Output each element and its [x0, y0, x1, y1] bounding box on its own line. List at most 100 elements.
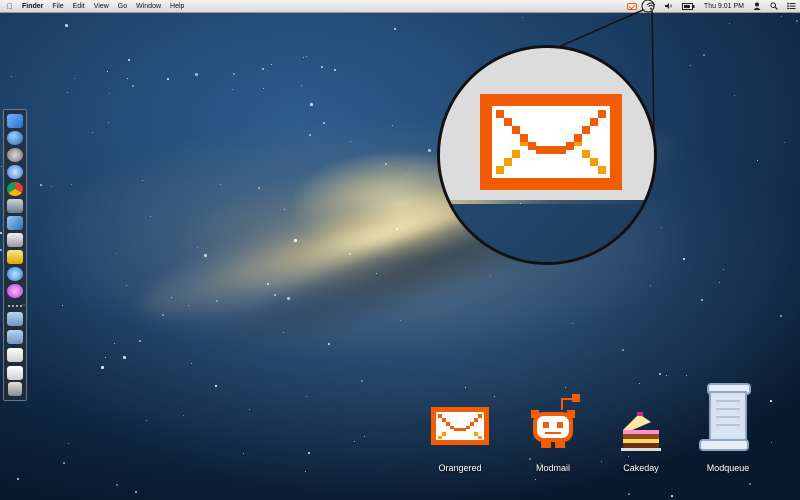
- folder-icon[interactable]: [7, 330, 23, 344]
- star: [400, 320, 401, 321]
- star: [40, 184, 42, 186]
- star: [780, 315, 782, 317]
- star: [0, 232, 2, 234]
- menu-help[interactable]: Help: [170, 3, 184, 10]
- star: [719, 282, 720, 283]
- star: [703, 54, 705, 56]
- star: [323, 122, 325, 124]
- star: [385, 163, 387, 165]
- desktop-icon-orangered[interactable]: Orangered: [420, 402, 500, 477]
- star: [204, 254, 207, 257]
- safari-icon[interactable]: [7, 267, 23, 281]
- star: [729, 23, 730, 24]
- star: [63, 462, 65, 464]
- star: [191, 363, 192, 364]
- star: [659, 373, 661, 375]
- chrome-icon[interactable]: [7, 182, 23, 196]
- star: [490, 275, 491, 276]
- star: [690, 65, 691, 66]
- star: [142, 180, 143, 181]
- flower-icon[interactable]: [7, 284, 23, 298]
- star: [126, 285, 127, 286]
- star: [392, 125, 393, 126]
- star: [262, 68, 264, 70]
- star: [232, 89, 233, 90]
- apple-icon[interactable]: : [4, 2, 16, 11]
- star: [309, 134, 311, 136]
- document-icon[interactable]: [7, 366, 23, 380]
- volume-icon[interactable]: [664, 2, 673, 10]
- star: [310, 103, 313, 106]
- stickies-icon[interactable]: [7, 250, 23, 264]
- trash-icon[interactable]: [8, 382, 22, 396]
- desktop-icon-cakeday[interactable]: Cakeday: [601, 402, 681, 477]
- battery-icon[interactable]: [681, 2, 695, 10]
- star: [216, 300, 218, 302]
- star: [105, 357, 106, 358]
- envelope-icon: [480, 94, 622, 190]
- star: [796, 20, 798, 22]
- star: [572, 323, 573, 324]
- search-icon[interactable]: [770, 2, 778, 10]
- desktop-icon-modmail[interactable]: Modmail: [513, 392, 593, 477]
- star: [303, 57, 304, 58]
- star: [535, 479, 536, 480]
- star: [233, 73, 235, 75]
- menu-edit[interactable]: Edit: [73, 3, 85, 10]
- finder-icon[interactable]: [7, 114, 23, 128]
- star: [116, 484, 118, 486]
- cakeday-label: Cakeday: [623, 463, 659, 473]
- star: [71, 184, 72, 185]
- star: [350, 141, 351, 142]
- star: [128, 59, 130, 61]
- star: [328, 343, 330, 345]
- star: [68, 443, 69, 444]
- star: [306, 396, 307, 397]
- star: [757, 160, 758, 161]
- menu-bar:  Finder File Edit View Go Window Help T…: [0, 0, 800, 13]
- orangered-icon: [431, 407, 489, 445]
- folder-icon[interactable]: [7, 312, 23, 326]
- star: [267, 283, 269, 285]
- wifi-icon[interactable]: [646, 2, 656, 10]
- star: [146, 420, 147, 421]
- app-store-icon[interactable]: [7, 216, 23, 230]
- star: [306, 56, 307, 57]
- menu-view[interactable]: View: [94, 3, 109, 10]
- star: [114, 343, 115, 344]
- star: [284, 209, 285, 210]
- star: [650, 285, 651, 286]
- user-icon[interactable]: [753, 2, 761, 10]
- clock[interactable]: Thu 9:01 PM: [704, 3, 744, 10]
- list-icon[interactable]: [787, 2, 796, 10]
- menu-go[interactable]: Go: [118, 3, 127, 10]
- itunes-icon[interactable]: [7, 165, 23, 179]
- desktop-icon-modqueue[interactable]: Modqueue: [688, 382, 768, 477]
- star: [243, 453, 244, 454]
- star: [101, 366, 104, 369]
- star: [139, 340, 141, 342]
- menu-window[interactable]: Window: [136, 3, 161, 10]
- dock: [3, 109, 27, 401]
- star: [109, 93, 110, 94]
- document-icon[interactable]: [7, 348, 23, 362]
- modqueue-label: Modqueue: [706, 463, 750, 473]
- menu-file[interactable]: File: [52, 3, 63, 10]
- star: [1, 166, 2, 167]
- star: [263, 88, 264, 89]
- star: [51, 186, 52, 187]
- dashboard-icon[interactable]: [7, 131, 23, 145]
- star: [62, 305, 63, 306]
- preview-icon[interactable]: [7, 233, 23, 247]
- launchpad-icon[interactable]: [7, 148, 23, 162]
- star: [171, 297, 172, 298]
- star: [308, 452, 310, 454]
- star: [622, 349, 624, 351]
- star: [683, 258, 685, 260]
- magnified-wallpaper: [440, 204, 654, 262]
- mail-notification-icon[interactable]: [626, 2, 637, 10]
- star: [781, 16, 782, 17]
- menu-finder[interactable]: Finder: [22, 3, 43, 10]
- automator-icon[interactable]: [7, 199, 23, 213]
- star: [271, 64, 272, 65]
